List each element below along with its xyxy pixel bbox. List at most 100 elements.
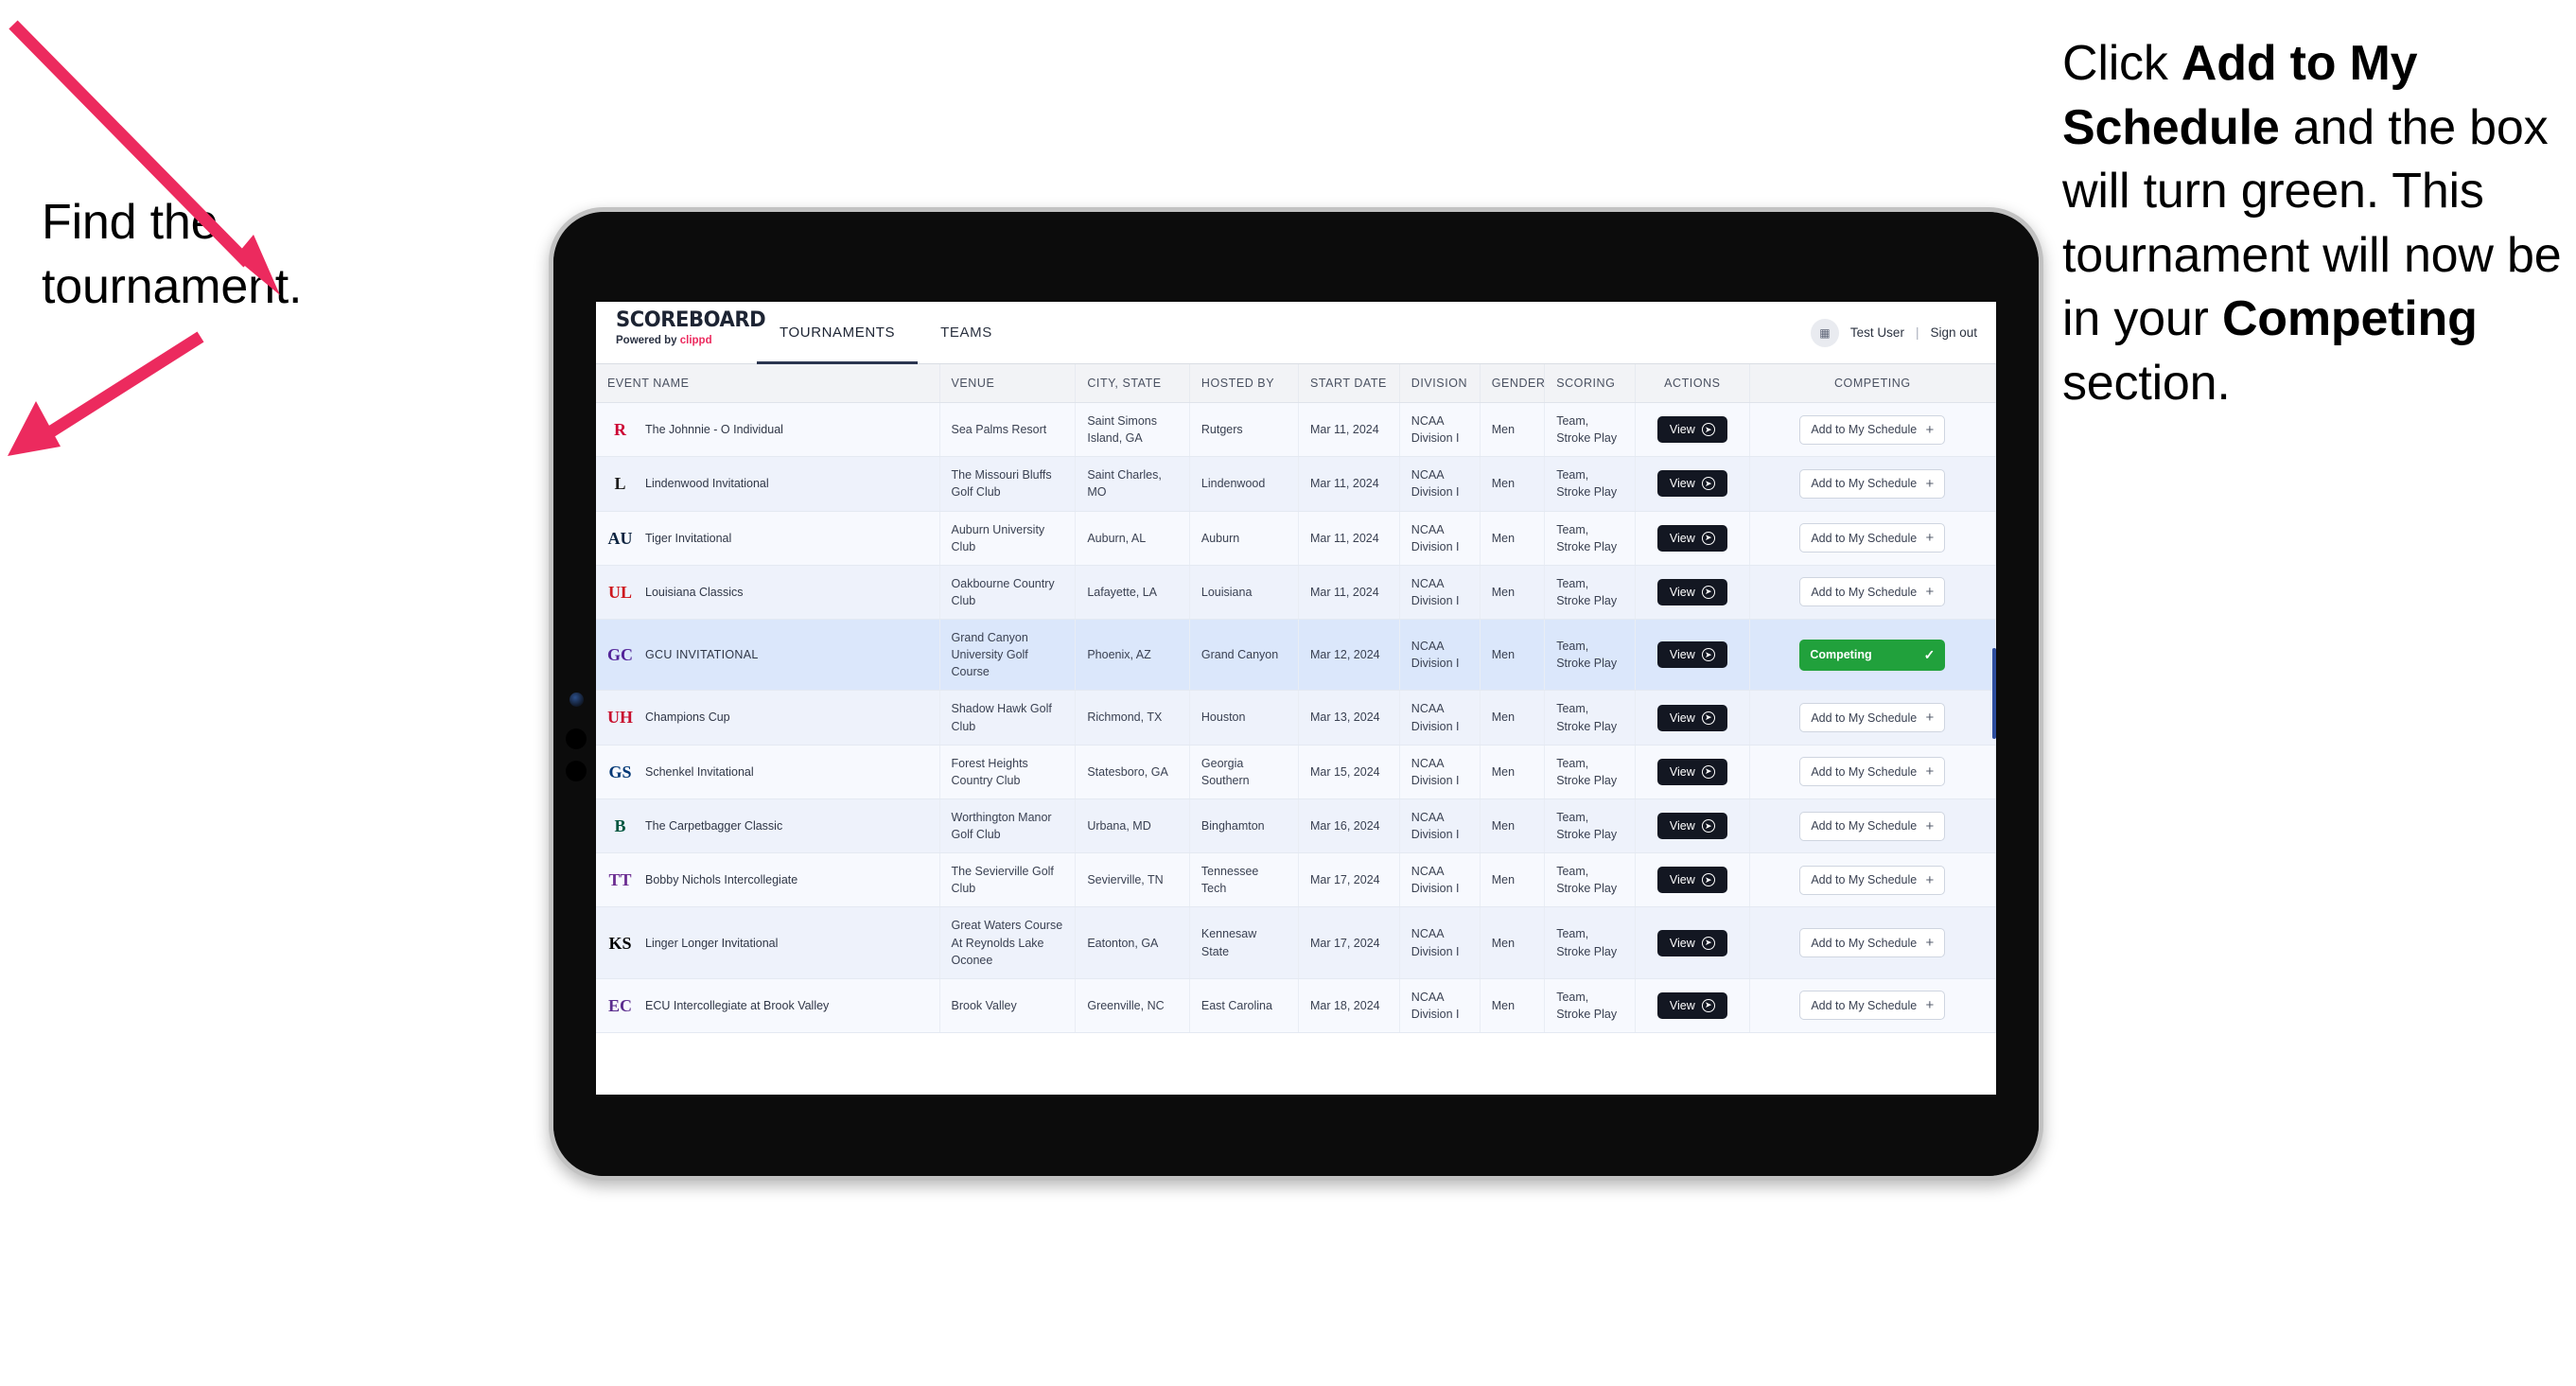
plus-icon: + (1925, 935, 1935, 952)
cell-gender: Men (1480, 906, 1546, 979)
arrow-right-circle-icon: ➤ (1701, 819, 1715, 833)
add-to-my-schedule-button[interactable]: Add to My Schedule + (1799, 865, 1946, 895)
view-button[interactable]: View ➤ (1656, 704, 1727, 731)
cell-competing: Add to My Schedule + (1749, 456, 1996, 512)
arrow-right-circle-icon: ➤ (1701, 585, 1715, 599)
cell-competing: Add to My Schedule + (1749, 978, 1996, 1034)
plus-icon: + (1925, 421, 1935, 438)
plus-icon: + (1925, 530, 1935, 547)
brand-clippd: clippd (679, 335, 712, 346)
col-division[interactable]: DIVISION (1399, 364, 1481, 403)
add-to-my-schedule-button[interactable]: Add to My Schedule + (1799, 577, 1946, 607)
binghamton-logo: B (614, 816, 626, 835)
col-start-date[interactable]: START DATE (1298, 364, 1400, 403)
brand-logo[interactable]: SCOREBOARD Powered by clippd (596, 302, 766, 363)
table-row[interactable]: R The Johnnie - O Individual Sea Palms Res… (596, 402, 1996, 458)
col-actions[interactable]: ACTIONS (1635, 364, 1750, 403)
plus-icon: + (1925, 871, 1935, 888)
table-row[interactable]: UL Louisiana Classics Oakbourne Country Cl… (596, 565, 1996, 621)
cell-city-state: Auburn, AL (1075, 511, 1190, 566)
kennesaw-state-logo: KS (608, 933, 632, 953)
view-button[interactable]: View ➤ (1656, 813, 1727, 839)
view-button[interactable]: View ➤ (1656, 641, 1727, 669)
tournaments-table: EVENT NAME VENUE CITY, STATE HOSTED BY S… (596, 364, 1996, 1034)
cell-event-name: TT Bobby Nichols Intercollegiate (596, 852, 940, 908)
cell-city-state: Phoenix, AZ (1075, 619, 1190, 692)
competing-button[interactable]: Competing ✓ (1799, 639, 1946, 671)
view-button[interactable]: View ➤ (1656, 470, 1727, 498)
add-to-my-schedule-button[interactable]: Add to My Schedule + (1799, 468, 1946, 499)
cell-gender: Men (1480, 745, 1546, 799)
table-row[interactable]: L Lindenwood Invitational The Missouri Blu… (596, 456, 1996, 512)
add-to-my-schedule-button[interactable]: Add to My Schedule + (1799, 757, 1946, 787)
col-venue[interactable]: VENUE (939, 364, 1077, 403)
view-button[interactable]: View ➤ (1656, 524, 1727, 552)
view-button[interactable]: View ➤ (1656, 991, 1727, 1019)
cell-venue: Oakbourne Country Club (939, 565, 1077, 621)
view-button[interactable]: View ➤ (1656, 416, 1727, 444)
add-to-my-schedule-button[interactable]: Add to My Schedule + (1799, 991, 1946, 1021)
cell-gender: Men (1480, 978, 1546, 1034)
add-to-my-schedule-button[interactable]: Add to My Schedule + (1799, 928, 1946, 958)
add-to-my-schedule-button[interactable]: Add to My Schedule + (1799, 811, 1946, 841)
table-row[interactable]: AU Tiger Invitational Auburn University Cl… (596, 511, 1996, 566)
add-to-my-schedule-button[interactable]: Add to My Schedule + (1799, 414, 1946, 445)
arrow-right-circle-icon: ➤ (1701, 423, 1715, 437)
cell-event-name: R The Johnnie - O Individual (596, 402, 940, 458)
col-city-state[interactable]: CITY, STATE (1075, 364, 1190, 403)
cell-start-date: Mar 15, 2024 (1298, 745, 1400, 799)
view-label: View (1669, 819, 1695, 833)
cell-event-name: GC GCU INVITATIONAL (596, 619, 940, 692)
cell-city-state: Eatonton, GA (1075, 906, 1190, 979)
view-button[interactable]: View ➤ (1656, 929, 1727, 956)
table-row[interactable]: GC GCU INVITATIONAL Grand Canyon Universit… (596, 619, 1996, 692)
col-gender[interactable]: GENDER (1480, 364, 1546, 403)
tab-tournaments[interactable]: TOURNAMENTS (757, 302, 919, 364)
add-to-my-schedule-button[interactable]: Add to My Schedule + (1799, 523, 1946, 553)
col-event-name[interactable]: EVENT NAME (596, 364, 940, 403)
col-hosted-by[interactable]: HOSTED BY (1189, 364, 1299, 403)
cell-venue: Grand Canyon University Golf Course (939, 619, 1077, 692)
table-row[interactable]: TT Bobby Nichols Intercollegiate The Sevie… (596, 852, 1996, 908)
col-competing[interactable]: COMPETING (1749, 364, 1996, 403)
navbar-user-area: ▦ Test User | Sign out (1810, 302, 1996, 363)
cell-scoring: Team, Stroke Play (1544, 906, 1637, 979)
table-row[interactable]: UH Champions Cup Shadow Hawk Golf Club Rich… (596, 690, 1996, 746)
tab-teams[interactable]: TEAMS (918, 302, 1015, 363)
cell-venue: Auburn University Club (939, 511, 1077, 566)
add-to-my-schedule-label: Add to My Schedule (1811, 477, 1918, 491)
cell-city-state: Greenville, NC (1075, 978, 1190, 1034)
arrow-right (0, 303, 265, 501)
table-row[interactable]: KS Linger Longer Invitational Great Waters… (596, 906, 1996, 979)
tournaments-table-container[interactable]: EVENT NAME VENUE CITY, STATE HOSTED BY S… (596, 364, 1996, 1095)
table-row[interactable]: EC ECU Intercollegiate at Brook Valley Bro… (596, 978, 1996, 1034)
view-label: View (1669, 936, 1695, 950)
sign-out-link[interactable]: Sign out (1930, 325, 1977, 340)
table-row[interactable]: B The Carpetbagger Classic Worthington Man… (596, 798, 1996, 854)
cell-city-state: Sevierville, TN (1075, 852, 1190, 908)
view-button[interactable]: View ➤ (1656, 758, 1727, 785)
cell-hosted-by: Binghamton (1189, 798, 1299, 854)
cell-start-date: Mar 18, 2024 (1298, 978, 1400, 1034)
cell-start-date: Mar 11, 2024 (1298, 456, 1400, 512)
view-label: View (1669, 764, 1695, 779)
table-row[interactable]: GS Schenkel Invitational Forest Heights Co… (596, 745, 1996, 799)
bezel-dot-1-icon (566, 728, 587, 749)
view-button[interactable]: View ➤ (1656, 867, 1727, 894)
add-to-my-schedule-button[interactable]: Add to My Schedule + (1799, 703, 1946, 732)
cell-competing: Add to My Schedule + (1749, 690, 1996, 746)
event-name-label: The Carpetbagger Classic (645, 818, 783, 833)
vertical-scrollbar[interactable] (1992, 648, 1996, 739)
arrow-right-circle-icon: ➤ (1701, 873, 1715, 887)
cell-venue: Sea Palms Resort (939, 402, 1077, 458)
cell-hosted-by: Tennessee Tech (1189, 852, 1299, 908)
view-button[interactable]: View ➤ (1656, 578, 1727, 605)
add-to-my-schedule-label: Add to My Schedule (1811, 423, 1918, 437)
user-avatar-icon[interactable]: ▦ (1810, 318, 1839, 347)
event-name-label: ECU Intercollegiate at Brook Valley (645, 998, 830, 1012)
col-scoring[interactable]: SCORING (1544, 364, 1637, 403)
arrow-right-circle-icon: ➤ (1701, 936, 1715, 950)
cell-city-state: Richmond, TX (1075, 690, 1190, 746)
cell-division: NCAA Division I (1399, 456, 1481, 512)
nav-separator: | (1915, 325, 1919, 340)
